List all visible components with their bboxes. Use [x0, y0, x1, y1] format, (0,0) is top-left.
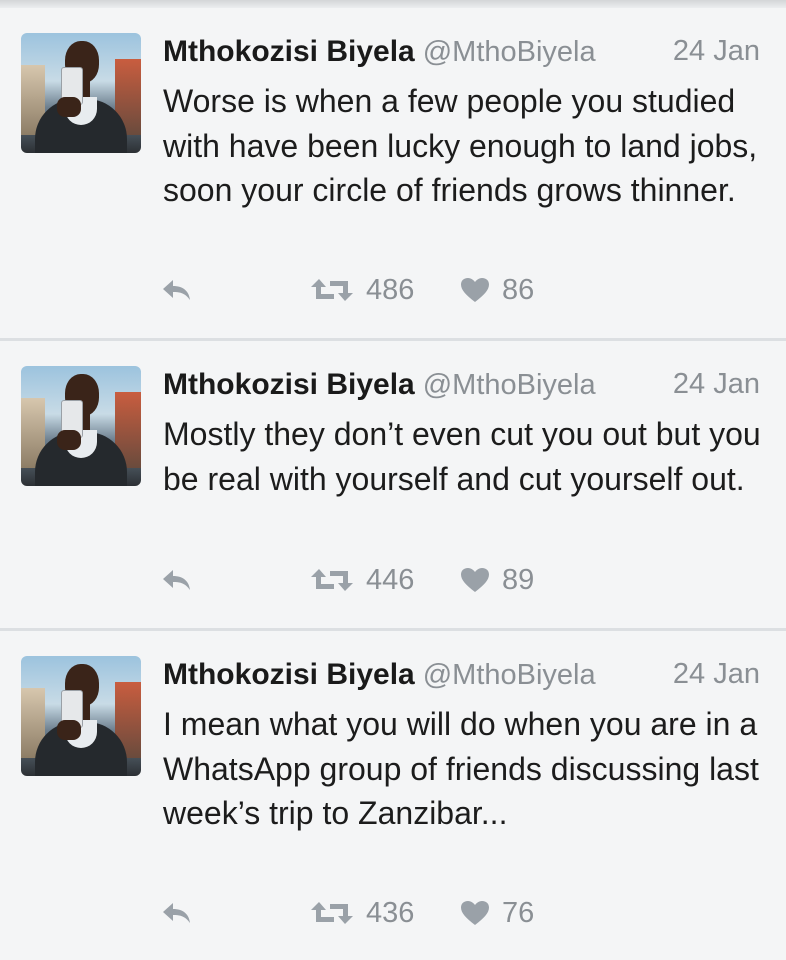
tweet-card[interactable]: Mthokozisi Biyela @MthoBiyela 24 Jan Most…: [0, 341, 786, 628]
reply-icon: [160, 900, 194, 926]
like-button[interactable]: 86: [460, 270, 534, 310]
heart-icon: [460, 900, 490, 926]
retweet-icon: [310, 900, 354, 926]
like-count: 89: [502, 563, 535, 596]
tweet-text: I mean what you will do when you are in …: [163, 706, 759, 831]
tweet-date[interactable]: 24 Jan: [673, 368, 760, 401]
reply-button[interactable]: [160, 270, 194, 310]
avatar[interactable]: [21, 366, 141, 486]
retweet-count: 486: [366, 273, 415, 306]
retweet-button[interactable]: 446: [310, 560, 414, 600]
retweet-button[interactable]: 486: [310, 270, 414, 310]
reply-button[interactable]: [160, 560, 194, 600]
author-handle[interactable]: @MthoBiyela: [423, 36, 596, 68]
like-button[interactable]: 76: [460, 893, 534, 933]
retweet-count: 446: [366, 563, 415, 596]
retweet-icon: [310, 277, 354, 303]
heart-icon: [460, 277, 490, 303]
author-handle[interactable]: @MthoBiyela: [423, 369, 596, 401]
retweet-button[interactable]: 436: [310, 893, 414, 933]
tweet-text: Mostly they don’t even cut you out but y…: [163, 416, 761, 497]
avatar[interactable]: [21, 33, 141, 153]
author-name[interactable]: Mthokozisi Biyela: [163, 368, 415, 401]
author-handle[interactable]: @MthoBiyela: [423, 659, 596, 691]
top-edge: [0, 0, 786, 8]
tweet-card[interactable]: Mthokozisi Biyela @MthoBiyela 24 Jan I me…: [0, 631, 786, 960]
reply-button[interactable]: [160, 893, 194, 933]
retweet-icon: [310, 567, 354, 593]
like-count: 86: [502, 273, 535, 306]
heart-icon: [460, 567, 490, 593]
tweet-actions: 436 76: [160, 893, 720, 933]
like-count: 76: [502, 896, 535, 929]
avatar[interactable]: [21, 656, 141, 776]
reply-icon: [160, 567, 194, 593]
tweet-date[interactable]: 24 Jan: [673, 35, 760, 68]
retweet-count: 436: [366, 896, 415, 929]
author-name[interactable]: Mthokozisi Biyela: [163, 658, 415, 691]
tweet-actions: 486 86: [160, 270, 720, 310]
author-name[interactable]: Mthokozisi Biyela: [163, 35, 415, 68]
reply-icon: [160, 277, 194, 303]
tweet-date[interactable]: 24 Jan: [673, 658, 760, 691]
tweet-text: Worse is when a few people you studied w…: [163, 83, 758, 208]
tweet-actions: 446 89: [160, 560, 720, 600]
like-button[interactable]: 89: [460, 560, 534, 600]
tweet-card[interactable]: Mthokozisi Biyela @MthoBiyela 24 Jan Wors…: [0, 8, 786, 338]
